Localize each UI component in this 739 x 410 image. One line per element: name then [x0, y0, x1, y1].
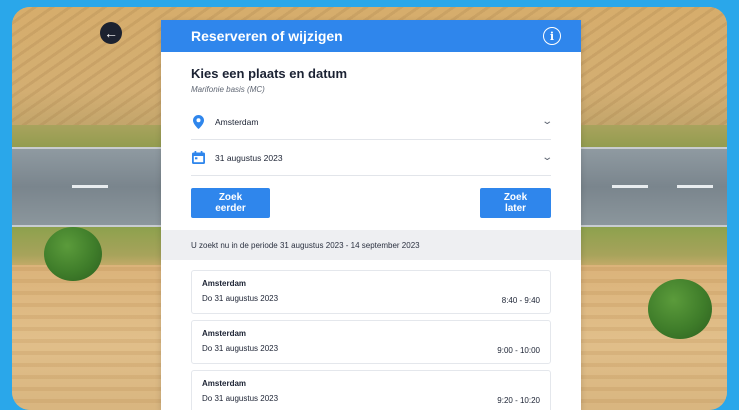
back-button[interactable]: ← — [100, 22, 122, 44]
section-heading: Kies een plaats en datum Marifonie basis… — [161, 52, 581, 94]
slot-place: Amsterdam — [202, 329, 247, 338]
chevron-down-icon: ⌄ — [540, 116, 553, 127]
arrow-left-icon: ← — [104, 25, 118, 41]
road-marking — [72, 185, 108, 188]
reservation-panel: Reserveren of wijzigen i Kies een plaats… — [161, 20, 581, 410]
slot-item[interactable]: Amsterdam Do 31 augustus 2023 9:20 - 10:… — [191, 370, 551, 410]
panel-header: Reserveren of wijzigen i — [161, 20, 581, 52]
slot-list: Amsterdam Do 31 augustus 2023 8:40 - 9:4… — [161, 260, 581, 410]
search-buttons: Zoek eerder Zoek later — [191, 188, 551, 218]
slot-date: Do 31 augustus 2023 — [202, 294, 279, 303]
search-earlier-button[interactable]: Zoek eerder — [191, 188, 270, 218]
date-value: 31 augustus 2023 — [215, 152, 283, 163]
road-marking — [612, 185, 648, 188]
location-pin-icon — [191, 114, 205, 129]
calendar-icon — [191, 151, 205, 164]
slot-place: Amsterdam — [202, 279, 247, 288]
search-period-info: U zoekt nu in de periode 31 augustus 202… — [161, 230, 581, 260]
tree — [44, 227, 102, 281]
location-select[interactable]: Amsterdam ⌄ — [191, 104, 553, 140]
panel-title: Reserveren of wijzigen — [191, 28, 343, 44]
slot-date: Do 31 augustus 2023 — [202, 344, 279, 353]
section-title: Kies een plaats en datum — [191, 66, 348, 81]
section-subtitle: Marifonie basis (MC) — [191, 85, 265, 94]
date-select[interactable]: 31 augustus 2023 ⌄ — [191, 140, 553, 176]
info-icon[interactable]: i — [543, 27, 561, 45]
slot-item[interactable]: Amsterdam Do 31 augustus 2023 9:00 - 10:… — [191, 320, 551, 364]
chevron-down-icon: ⌄ — [540, 152, 553, 163]
location-value: Amsterdam — [215, 116, 259, 127]
search-later-button[interactable]: Zoek later — [480, 188, 551, 218]
road-marking — [677, 185, 713, 188]
slot-time: 9:00 - 10:00 — [497, 346, 540, 355]
tree — [648, 279, 712, 339]
slot-place: Amsterdam — [202, 379, 247, 388]
slot-time: 9:20 - 10:20 — [497, 396, 540, 405]
slot-time: 8:40 - 9:40 — [501, 296, 540, 305]
slot-date: Do 31 augustus 2023 — [202, 394, 279, 403]
slot-item[interactable]: Amsterdam Do 31 augustus 2023 8:40 - 9:4… — [191, 270, 551, 314]
